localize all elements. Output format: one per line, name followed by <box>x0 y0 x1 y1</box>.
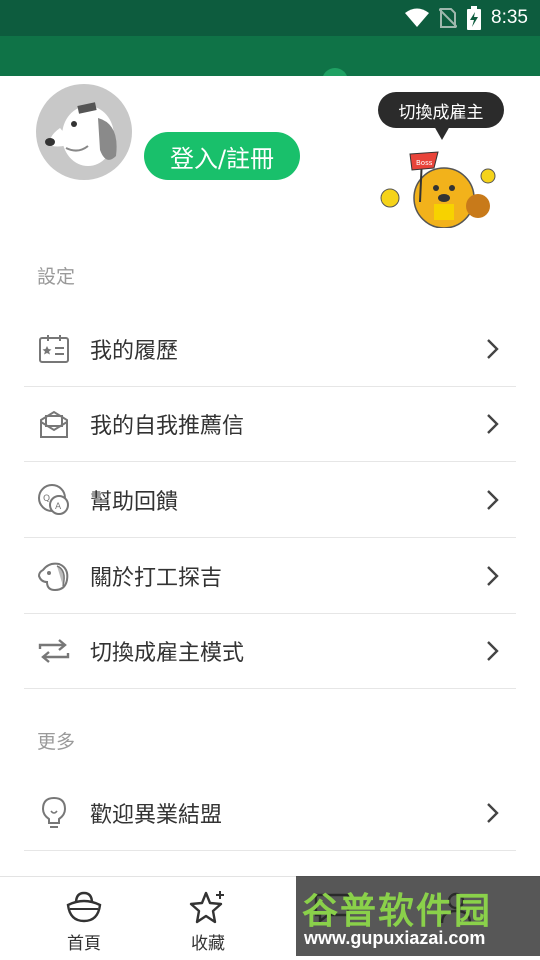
watermark-url: www.gupuxiazai.com <box>304 928 486 948</box>
status-bar: 8:35 <box>0 0 540 36</box>
section-title-more: 更多 <box>37 731 76 753</box>
chevron-right-icon <box>487 413 499 434</box>
boss-mascot-icon[interactable]: Boss <box>378 148 498 228</box>
resume-icon <box>36 331 72 367</box>
chevron-right-icon <box>487 489 499 510</box>
menu-item-label: 關於打工探吉 <box>90 565 223 591</box>
envelope-icon <box>36 406 72 442</box>
switch-to-employer-bubble[interactable]: 切換成雇主 <box>378 92 504 140</box>
profile-header: 登入/註冊 切換成雇主 Boss <box>0 76 540 240</box>
chevron-right-icon <box>487 565 499 586</box>
clock: 8:35 <box>491 7 528 28</box>
chevron-right-icon <box>487 640 499 661</box>
menu-item-resume[interactable]: 我的履歷 <box>24 311 516 387</box>
switch-icon <box>36 633 72 669</box>
nav-home[interactable]: 首頁 <box>34 877 134 960</box>
nav-favorites[interactable]: 收藏 <box>158 877 258 960</box>
menu-item-recommendation-letter[interactable]: 我的自我推薦信 <box>24 386 516 462</box>
menu-item-help-feedback[interactable]: Q A 幫助回饋 <box>24 462 516 538</box>
svg-text:Q: Q <box>43 494 50 504</box>
menu-item-label: 幫助回饋 <box>90 489 179 515</box>
star-icon <box>189 891 224 924</box>
menu-item-label: 切換成雇主模式 <box>90 640 245 666</box>
svg-text:A: A <box>55 502 62 512</box>
status-icons: 8:35 <box>405 6 528 30</box>
qa-icon: Q A <box>36 482 72 518</box>
dog-avatar-icon <box>45 102 117 166</box>
no-sim-icon <box>439 8 458 28</box>
menu-item-label: 歡迎異業結盟 <box>90 802 223 828</box>
menu-item-about[interactable]: 關於打工探吉 <box>24 538 516 614</box>
section-title-settings: 設定 <box>37 266 76 288</box>
wifi-icon <box>405 8 430 27</box>
battery-charging-icon <box>467 6 482 30</box>
top-band <box>0 36 540 94</box>
menu-item-switch-employer[interactable]: 切換成雇主模式 <box>24 613 516 689</box>
nav-label: 首頁 <box>67 934 101 954</box>
menu-item-label: 我的自我推薦信 <box>90 413 245 439</box>
nav-label: 收藏 <box>191 934 225 954</box>
mascot-flag-text: Boss <box>416 159 433 167</box>
lightbulb-icon <box>36 795 72 831</box>
chevron-right-icon <box>487 802 499 823</box>
menu-item-alliance[interactable]: 歡迎異業結盟 <box>24 775 516 851</box>
home-icon <box>66 891 102 923</box>
watermark-title: 谷普软件园 <box>302 891 493 932</box>
login-register-button[interactable]: 登入/註冊 <box>144 132 300 180</box>
chevron-right-icon <box>487 338 499 359</box>
menu-item-label: 我的履歷 <box>90 338 179 364</box>
avatar[interactable] <box>36 84 132 180</box>
dog-icon <box>36 558 72 594</box>
watermark-overlay: 谷普软件园 www.gupuxiazai.com <box>296 876 540 956</box>
